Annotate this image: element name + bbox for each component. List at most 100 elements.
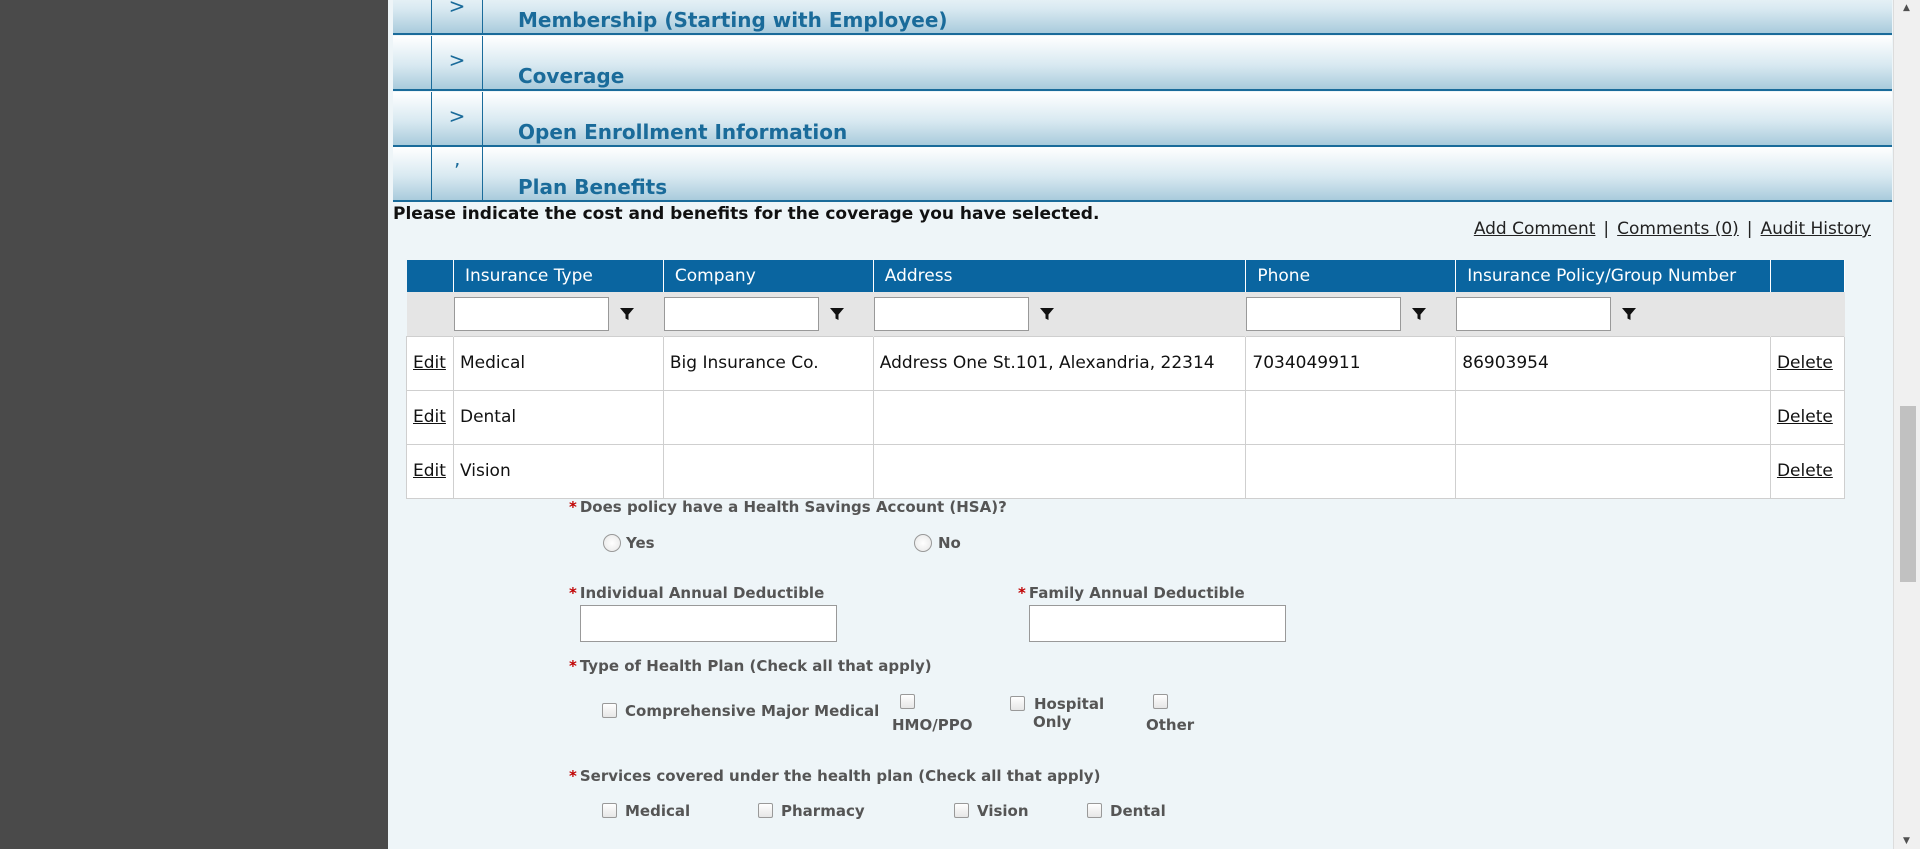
cell-address bbox=[872, 389, 1247, 445]
scroll-down-icon[interactable]: ▼ bbox=[1903, 836, 1910, 846]
section-title-plan-benefits[interactable]: Plan Benefits bbox=[518, 175, 667, 199]
header-phone[interactable]: Phone bbox=[1245, 260, 1457, 292]
delete-link[interactable]: Delete bbox=[1777, 407, 1833, 427]
funnel-icon[interactable] bbox=[1621, 306, 1637, 322]
service-medical-checkbox[interactable] bbox=[602, 803, 617, 818]
individual-deductible-text: Individual Annual Deductible bbox=[579, 584, 825, 602]
cell-address bbox=[872, 443, 1247, 499]
required-marker: * bbox=[569, 657, 577, 675]
filter-row bbox=[406, 292, 1846, 336]
filter-cell bbox=[1245, 292, 1457, 336]
table-row: Edit Medical Big Insurance Co. Address O… bbox=[406, 335, 1846, 391]
other-checkbox[interactable] bbox=[1153, 694, 1168, 709]
delete-link[interactable]: Delete bbox=[1777, 461, 1833, 481]
link-separator: | bbox=[1603, 219, 1610, 239]
hospital-label-line2: Only bbox=[1033, 713, 1072, 731]
cell-phone bbox=[1245, 443, 1457, 499]
chevron-right-icon[interactable]: > bbox=[431, 92, 483, 145]
hmo-ppo-label: HMO/PPO bbox=[892, 716, 973, 734]
chevron-right-icon[interactable]: > bbox=[431, 36, 483, 89]
comment-links: Add Comment | Comments (0) | Audit History bbox=[1474, 219, 1871, 239]
edit-link[interactable]: Edit bbox=[413, 407, 446, 427]
service-dental-checkbox[interactable] bbox=[1087, 803, 1102, 818]
filter-address-input[interactable] bbox=[873, 296, 1029, 331]
service-vision-checkbox[interactable] bbox=[954, 803, 969, 818]
cell-policy: 86903954 bbox=[1455, 335, 1771, 391]
scrollbar-thumb[interactable] bbox=[1900, 406, 1916, 582]
main-page: > Membership (Starting with Employee) > … bbox=[388, 0, 1893, 849]
service-dental-label: Dental bbox=[1110, 802, 1166, 820]
header-delete-col bbox=[1770, 260, 1846, 292]
cell-insurance-type: Vision bbox=[452, 443, 664, 499]
header-insurance-type[interactable]: Insurance Type bbox=[453, 260, 664, 292]
service-pharmacy-checkbox[interactable] bbox=[758, 803, 773, 818]
cell-policy bbox=[1455, 443, 1771, 499]
add-comment-link[interactable]: Add Comment bbox=[1474, 219, 1596, 239]
family-deductible-label: * Family Annual Deductible bbox=[1018, 584, 1245, 602]
section-coverage[interactable]: > Coverage bbox=[393, 36, 1892, 91]
cell-address: Address One St.101, Alexandria, 22314 bbox=[872, 335, 1247, 391]
cell-company bbox=[662, 443, 874, 499]
hsa-no-radio[interactable] bbox=[914, 534, 932, 552]
section-title-coverage[interactable]: Coverage bbox=[518, 64, 624, 88]
section-title-open-enrollment[interactable]: Open Enrollment Information bbox=[518, 120, 847, 144]
section-membership[interactable]: > Membership (Starting with Employee) bbox=[393, 0, 1892, 35]
comprehensive-checkbox[interactable] bbox=[602, 703, 617, 718]
hmo-ppo-checkbox[interactable] bbox=[900, 694, 915, 709]
cell-company bbox=[662, 389, 874, 445]
edit-link[interactable]: Edit bbox=[413, 353, 446, 373]
hospital-only-checkbox[interactable] bbox=[1010, 696, 1025, 711]
scroll-up-icon[interactable]: ▲ bbox=[1903, 3, 1910, 13]
insurance-table: Insurance Type Company Address Phone Ins… bbox=[406, 260, 1846, 499]
cell-phone bbox=[1245, 389, 1457, 445]
hsa-question-label: * Does policy have a Health Savings Accou… bbox=[569, 498, 1007, 516]
required-marker: * bbox=[569, 498, 577, 516]
plan-type-text: Type of Health Plan (Check all that appl… bbox=[579, 657, 932, 675]
cell-company: Big Insurance Co. bbox=[662, 335, 874, 391]
filter-insurance-type-input[interactable] bbox=[453, 296, 609, 331]
chevron-right-icon[interactable]: > bbox=[431, 0, 483, 33]
table-row: Edit Vision Delete bbox=[406, 443, 1846, 499]
cell-policy bbox=[1455, 389, 1771, 445]
required-marker: * bbox=[569, 584, 577, 602]
service-vision-label: Vision bbox=[977, 802, 1029, 820]
individual-deductible-input[interactable] bbox=[580, 605, 837, 642]
header-company[interactable]: Company bbox=[663, 260, 874, 292]
audit-history-link[interactable]: Audit History bbox=[1761, 219, 1871, 239]
hsa-yes-radio[interactable] bbox=[603, 534, 621, 552]
delete-link[interactable]: Delete bbox=[1777, 353, 1833, 373]
service-medical-label: Medical bbox=[625, 802, 691, 820]
instruction-text: Please indicate the cost and benefits fo… bbox=[393, 204, 1100, 224]
family-deductible-text: Family Annual Deductible bbox=[1028, 584, 1245, 602]
section-open-enrollment[interactable]: > Open Enrollment Information bbox=[393, 92, 1892, 147]
funnel-icon[interactable] bbox=[1411, 306, 1427, 322]
filter-cell bbox=[873, 292, 1247, 336]
required-marker: * bbox=[569, 767, 577, 785]
service-pharmacy-label: Pharmacy bbox=[781, 802, 865, 820]
individual-deductible-label: * Individual Annual Deductible bbox=[569, 584, 824, 602]
header-policy-number[interactable]: Insurance Policy/Group Number bbox=[1455, 260, 1771, 292]
edit-link[interactable]: Edit bbox=[413, 461, 446, 481]
header-edit-col bbox=[406, 260, 454, 292]
vertical-scrollbar[interactable]: ▲ ▼ bbox=[1893, 0, 1920, 849]
header-address[interactable]: Address bbox=[873, 260, 1247, 292]
comments-link[interactable]: Comments (0) bbox=[1617, 219, 1739, 239]
chevron-down-icon[interactable]: ’ bbox=[431, 147, 483, 200]
services-label: * Services covered under the health plan … bbox=[569, 767, 1100, 785]
section-title-membership[interactable]: Membership (Starting with Employee) bbox=[518, 8, 948, 32]
filter-phone-input[interactable] bbox=[1246, 296, 1402, 331]
filter-cell bbox=[663, 292, 874, 336]
section-plan-benefits[interactable]: ’ Plan Benefits bbox=[393, 147, 1892, 202]
other-label: Other bbox=[1146, 716, 1195, 734]
cell-insurance-type: Dental bbox=[452, 389, 664, 445]
family-deductible-input[interactable] bbox=[1029, 605, 1286, 642]
funnel-icon[interactable] bbox=[619, 306, 635, 322]
table-header-row: Insurance Type Company Address Phone Ins… bbox=[406, 260, 1846, 292]
funnel-icon[interactable] bbox=[829, 306, 845, 322]
funnel-icon[interactable] bbox=[1039, 306, 1055, 322]
filter-company-input[interactable] bbox=[663, 296, 819, 331]
plan-type-label: * Type of Health Plan (Check all that app… bbox=[569, 657, 932, 675]
filter-policy-input[interactable] bbox=[1456, 296, 1612, 331]
cell-phone: 7034049911 bbox=[1245, 335, 1457, 391]
comprehensive-label: Comprehensive Major Medical bbox=[625, 702, 880, 720]
